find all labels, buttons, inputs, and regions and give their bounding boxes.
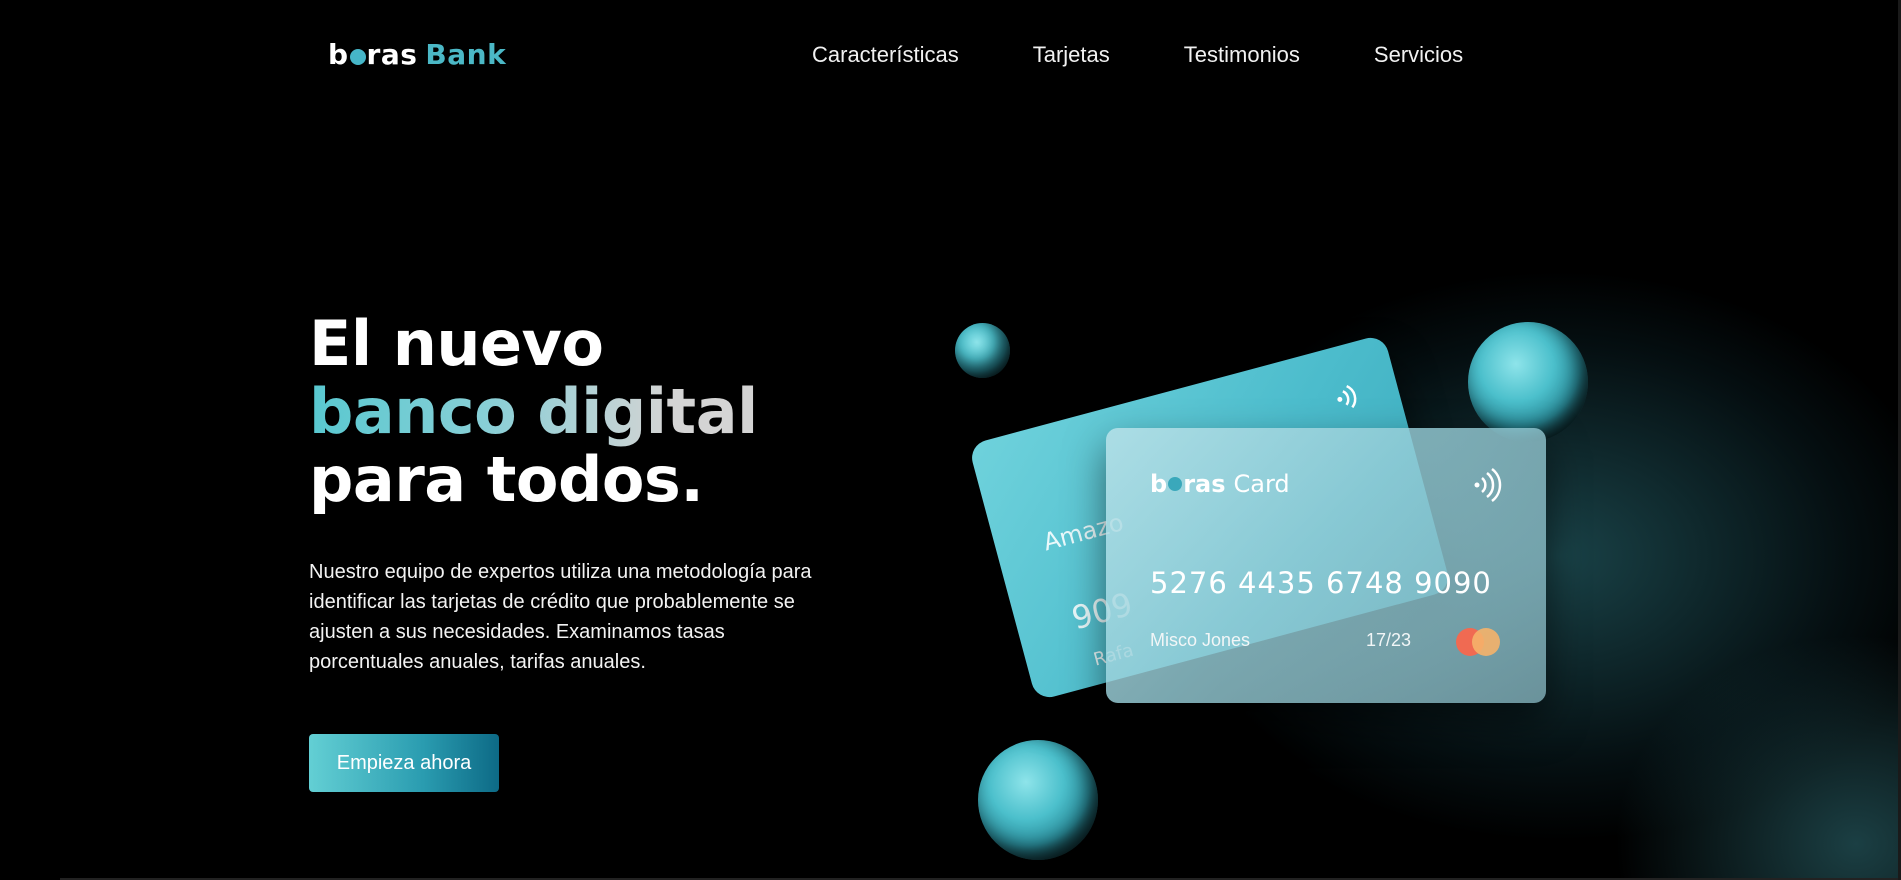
hero-title-line3: para todos.	[309, 443, 704, 516]
contactless-icon	[1337, 385, 1357, 409]
nav-link-tarjetas[interactable]: Tarjetas	[1033, 42, 1110, 68]
nav-link-caracteristicas[interactable]: Características	[812, 42, 959, 68]
card-logo: b ras Card	[1150, 470, 1290, 498]
front-credit-card: b ras Card 5276 4435 6748 9090 Misco Jon…	[1106, 428, 1546, 703]
main-nav: Características Tarjetas Testimonios Ser…	[812, 42, 1463, 68]
hero-description: Nuestro equipo de expertos utiliza una m…	[309, 561, 812, 673]
logo-letter: b	[328, 38, 349, 71]
nav-link-servicios[interactable]: Servicios	[1374, 42, 1463, 68]
card-logo-letter: b	[1150, 470, 1168, 498]
card-expiry: 17/23	[1366, 630, 1412, 650]
brand-logo[interactable]: b ras Bank	[328, 38, 506, 71]
card-holder-name: Misco Jones	[1150, 630, 1251, 650]
card-logo-dot-icon	[1168, 477, 1183, 491]
card-logo-text: ras	[1183, 470, 1226, 498]
decorative-sphere	[978, 740, 1098, 860]
logo-bank-text: Bank	[425, 38, 507, 71]
hero-title: El nuevo banco digital para todos.	[309, 310, 758, 514]
hero-title-line1: El nuevo	[309, 307, 604, 380]
mastercard-icon	[1456, 628, 1502, 656]
logo-dot-icon	[349, 48, 366, 65]
hero-title-line2: banco digital	[309, 375, 758, 448]
contactless-icon	[1474, 468, 1502, 502]
card-logo-word: Card	[1233, 470, 1290, 498]
decorative-sphere	[1468, 322, 1588, 442]
start-now-button[interactable]: Empieza ahora	[309, 734, 499, 792]
decorative-sphere	[955, 323, 1010, 378]
nav-link-testimonios[interactable]: Testimonios	[1184, 42, 1300, 68]
logo-text: ras	[366, 38, 418, 71]
card-number: 5276 4435 6748 9090	[1150, 566, 1492, 600]
